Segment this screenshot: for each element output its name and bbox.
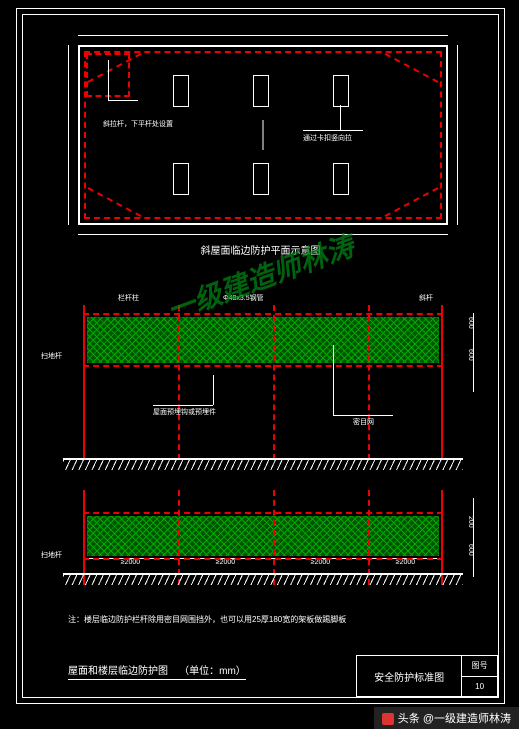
drawing-note: 注：楼层临边防护栏杆除用密目网围挡外，也可以用25厚180宽的架板做踢脚板 — [68, 615, 348, 625]
drawing-border: 斜拉杆，下平杆处设置 通过卡扣竖向拉 斜屋面临边防护平面示意图 栏杆柱 Φ48x… — [16, 8, 505, 704]
floor-elevation: ≥2000 ≥2000 ≥2000 ≥2000 扫地杆 200 600 — [63, 490, 463, 585]
drawing-title: 屋面和楼层临边防护图 （单位：mm） — [68, 667, 246, 680]
post — [273, 305, 277, 460]
label-anchor: 屋面预埋钩或预埋件 — [153, 409, 216, 416]
column — [173, 75, 189, 107]
dim-label: 600 — [467, 317, 474, 329]
dim-label: 600 — [467, 349, 474, 361]
post — [273, 490, 277, 585]
corner-brace — [385, 187, 439, 217]
column — [333, 75, 349, 107]
sheet-number: 10 — [462, 677, 497, 697]
dim-label: ≥2000 — [121, 559, 140, 566]
annotation-left: 斜拉杆，下平杆处设置 — [103, 121, 173, 128]
column — [253, 75, 269, 107]
dim-label: ≥2000 — [216, 559, 235, 566]
label-post: 栏杆柱 — [118, 295, 139, 302]
dim-label: ≥2000 — [311, 559, 330, 566]
drawing-title-text: 屋面和楼层临边防护图 — [68, 666, 168, 677]
column — [333, 163, 349, 195]
drawing-frame: 斜拉杆，下平杆处设置 通过卡扣竖向拉 斜屋面临边防护平面示意图 栏杆柱 Φ48x… — [22, 14, 499, 698]
post — [441, 305, 443, 460]
vertical-dims: 600 600 — [467, 313, 481, 392]
safety-net — [87, 516, 439, 556]
post — [368, 305, 372, 460]
slab-hatch — [63, 575, 463, 585]
title-block: 安全防护标准图 图号 10 — [356, 655, 498, 697]
column — [253, 163, 269, 195]
label-toe: 扫地杆 — [41, 552, 62, 559]
label-pipe: Φ48x3.5钢管 — [223, 295, 264, 302]
plan-caption: 斜屋面临边防护平面示意图 — [23, 247, 498, 257]
safety-net — [87, 317, 439, 363]
annotation-right: 通过卡扣竖向拉 — [303, 135, 352, 142]
post — [83, 305, 85, 460]
post — [368, 490, 372, 585]
unit-label: （单位：mm） — [179, 666, 246, 677]
title-block-name: 安全防护标准图 — [357, 656, 462, 696]
post — [83, 490, 85, 585]
source-tag: 头条 @一级建造师林涛 — [374, 707, 519, 729]
slab-hatch — [63, 460, 463, 470]
vertical-dims: 200 600 — [467, 498, 481, 577]
label-diag: 斜杆 — [419, 295, 433, 302]
dim-label: 200 — [467, 516, 474, 528]
guardrail-band — [83, 512, 443, 560]
guardrail-band — [83, 313, 443, 367]
column — [173, 163, 189, 195]
label-net: 密目网 — [353, 419, 374, 426]
label-toe: 扫地杆 — [41, 353, 62, 360]
sheet-label: 图号 — [462, 656, 497, 677]
dim-label: 600 — [467, 544, 474, 556]
corner-brace — [385, 53, 439, 83]
corner-brace — [88, 187, 142, 217]
post — [178, 305, 182, 460]
center-mark — [263, 120, 264, 150]
dim-label: ≥2000 — [396, 559, 415, 566]
plan-view: 斜拉杆，下平杆处设置 通过卡扣竖向拉 — [78, 45, 448, 225]
post — [441, 490, 443, 585]
corner-brace — [88, 53, 142, 83]
cad-viewport[interactable]: 斜拉杆，下平杆处设置 通过卡扣竖向拉 斜屋面临边防护平面示意图 栏杆柱 Φ48x… — [0, 0, 519, 729]
post — [178, 490, 182, 585]
roof-elevation: 栏杆柱 Φ48x3.5钢管 斜杆 扫地杆 600 600 屋面预埋钩或预埋件 密… — [63, 305, 463, 400]
